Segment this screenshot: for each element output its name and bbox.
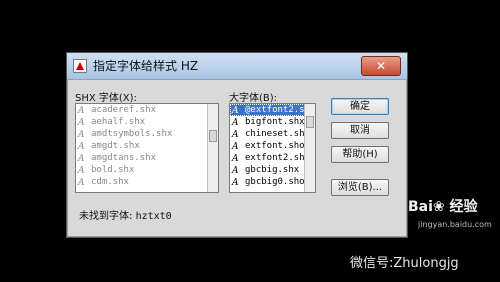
autocad-app-icon bbox=[73, 59, 87, 73]
font-list-item[interactable]: Aaehalf.shx bbox=[76, 116, 218, 128]
font-file-name: extfont.sho bbox=[245, 141, 305, 151]
font-list-item[interactable]: Aamdtsymbols.shx bbox=[76, 128, 218, 140]
font-list-item[interactable]: Aextfont2.sh bbox=[230, 152, 315, 164]
browse-button[interactable]: 浏览(B)... bbox=[331, 179, 389, 196]
font-file-name: gbcbig.shx bbox=[245, 165, 300, 175]
big-font-label: 大字体(B): bbox=[229, 93, 278, 104]
shx-scroll-thumb[interactable] bbox=[209, 130, 217, 142]
font-list-item[interactable]: Acdm.shx bbox=[76, 176, 218, 188]
font-file-name: chineset.sh bbox=[245, 129, 305, 139]
shx-font-list[interactable]: Aacaderef.shx Aaehalf.shx Aamdtsymbols.shx… bbox=[75, 103, 219, 193]
missing-font-name: hztxt0 bbox=[135, 211, 172, 222]
font-file-icon: A bbox=[232, 178, 239, 188]
font-list-item[interactable]: Agbcbig0.sho bbox=[230, 176, 315, 188]
font-file-name: amgdtans.shx bbox=[91, 153, 157, 163]
big-list-scrollbar[interactable] bbox=[304, 104, 315, 192]
font-list-item[interactable]: Aextfont.sho bbox=[230, 140, 315, 152]
font-file-name: amdtsymbols.shx bbox=[91, 129, 173, 139]
font-file-name: @extfont2.sl bbox=[245, 105, 311, 115]
font-list-item[interactable]: Abold.shx bbox=[76, 164, 218, 176]
font-list-item[interactable]: Aamgdtans.shx bbox=[76, 152, 218, 164]
shx-font-label: SHX 字体(X): bbox=[75, 93, 137, 104]
wechat-watermark: 微信号:Zhulongjg bbox=[350, 256, 459, 271]
font-list-item[interactable]: A @extfont2.sl bbox=[230, 104, 315, 116]
baidu-watermark: Bai❀ 经验 bbox=[408, 199, 478, 215]
font-list-item[interactable]: Abigfont.shx bbox=[230, 116, 315, 128]
font-file-name: gbcbig0.sho bbox=[245, 177, 305, 187]
font-list-item[interactable]: Agbcbig.shx bbox=[230, 164, 315, 176]
font-file-name: extfont2.sh bbox=[245, 153, 305, 163]
ok-button[interactable]: 确定 bbox=[331, 98, 389, 115]
font-file-name: amgdt.shx bbox=[91, 141, 140, 151]
close-button[interactable]: ✕ bbox=[361, 56, 401, 76]
baidu-url-watermark: jingyan.baidu.com bbox=[418, 220, 492, 229]
big-font-list[interactable]: A @extfont2.sl Abigfont.shx Achineset.sh Aex… bbox=[229, 103, 316, 193]
font-file-name: bold.shx bbox=[91, 165, 135, 175]
font-file-icon: A bbox=[78, 178, 85, 188]
big-scroll-thumb[interactable] bbox=[306, 116, 314, 128]
font-file-name: acaderef.shx bbox=[91, 105, 157, 115]
font-file-name: aehalf.shx bbox=[91, 117, 146, 127]
select-font-dialog: 指定字体给样式 HZ ✕ SHX 字体(X): Aacaderef.shx Aae… bbox=[66, 52, 408, 238]
font-list-item[interactable]: Aamgdt.shx bbox=[76, 140, 218, 152]
font-file-name: bigfont.shx bbox=[245, 117, 305, 127]
dialog-title: 指定字体给样式 HZ bbox=[93, 59, 199, 73]
cancel-button[interactable]: 取消 bbox=[331, 122, 389, 139]
font-list-item[interactable]: Aacaderef.shx bbox=[76, 104, 218, 116]
status-prefix: 未找到字体: bbox=[79, 211, 133, 222]
font-file-name: cdm.shx bbox=[91, 177, 129, 187]
shx-list-scrollbar[interactable] bbox=[207, 104, 218, 192]
help-button[interactable]: 帮助(H) bbox=[331, 146, 389, 163]
status-label: 未找到字体: hztxt0 bbox=[79, 207, 172, 222]
font-list-item[interactable]: Achineset.sh bbox=[230, 128, 315, 140]
title-bar[interactable]: 指定字体给样式 HZ ✕ bbox=[67, 53, 407, 80]
